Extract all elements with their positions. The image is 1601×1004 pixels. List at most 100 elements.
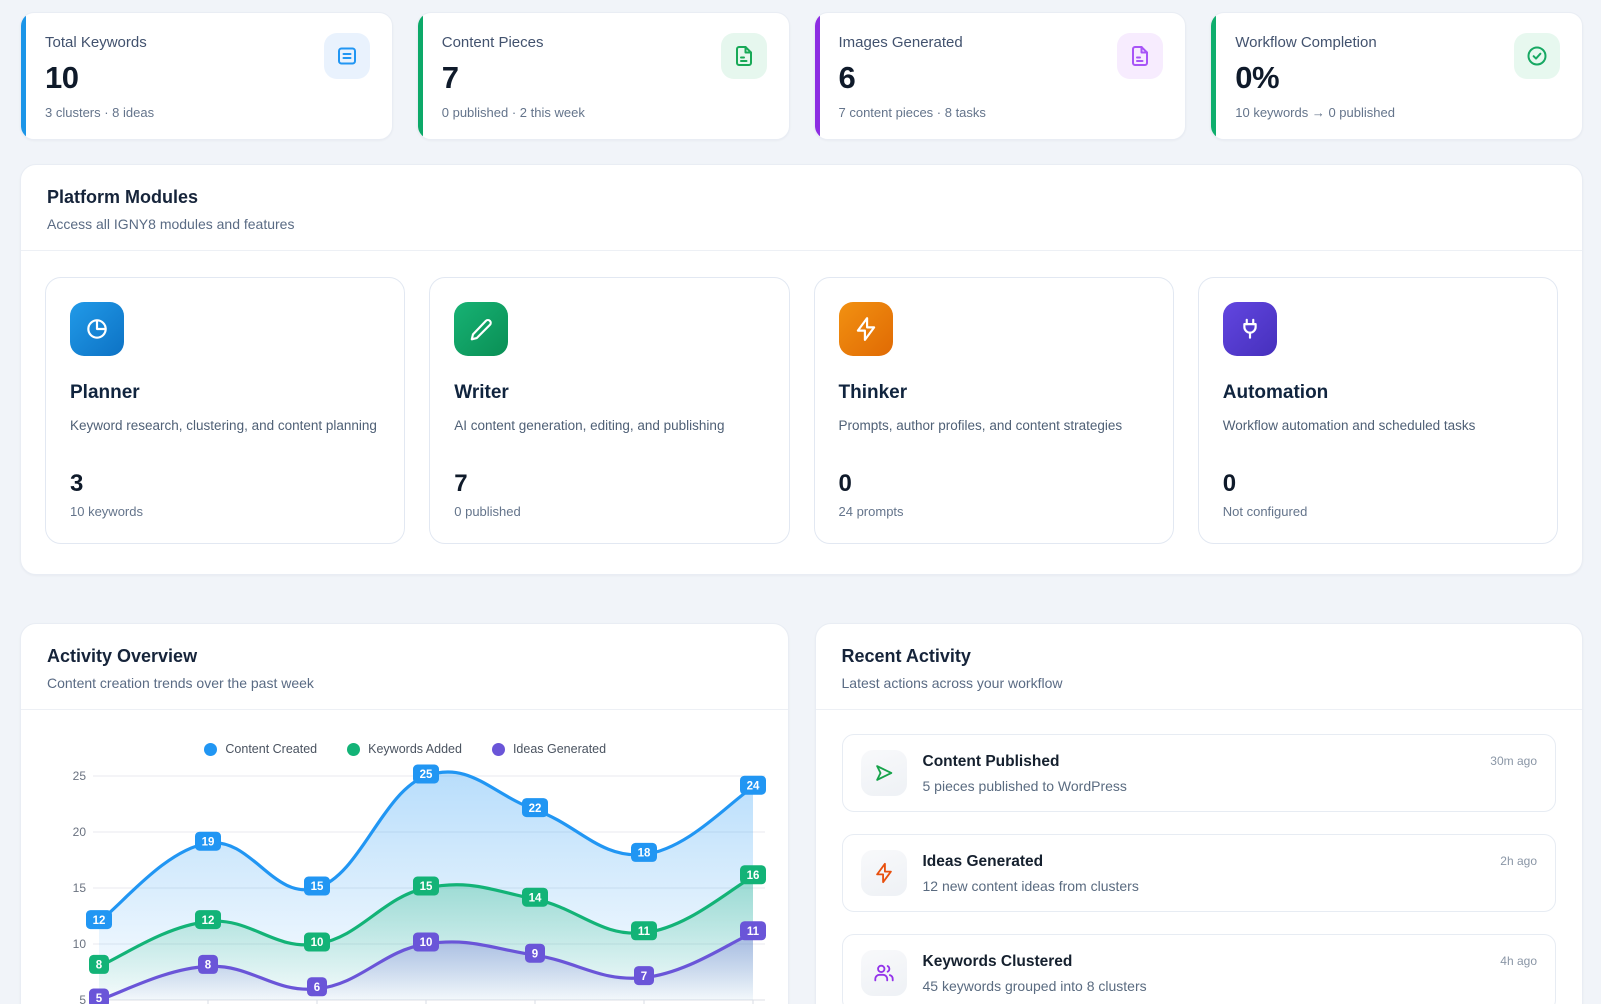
legend-item-content-created[interactable]: Content Created	[204, 742, 317, 756]
svg-text:12: 12	[202, 915, 215, 927]
modules-grid: Planner Keyword research, clustering, an…	[21, 251, 1582, 574]
plug-icon	[1223, 302, 1277, 356]
svg-text:11: 11	[747, 926, 760, 938]
activity-item-keywords-clustered: Keywords Clustered 45 keywords grouped i…	[842, 934, 1557, 1004]
svg-text:12: 12	[93, 915, 106, 927]
module-name: Thinker	[839, 382, 1149, 404]
activity-title: Ideas Generated	[923, 853, 1139, 871]
svg-text:9: 9	[532, 948, 538, 960]
module-description: Prompts, author profiles, and content st…	[839, 416, 1149, 458]
svg-text:15: 15	[73, 881, 87, 895]
module-description: Workflow automation and scheduled tasks	[1223, 416, 1533, 458]
legend-dot	[492, 743, 505, 756]
svg-text:19: 19	[202, 836, 215, 848]
accent-stripe	[418, 13, 423, 139]
stat-card-total-keywords: Total Keywords 10 3 clusters · 8 ideas	[20, 12, 393, 140]
module-value: 0	[1223, 470, 1533, 498]
stat-card-workflow-completion: Workflow Completion 0% 10 keywords → 0 p…	[1210, 12, 1583, 140]
users-icon	[861, 950, 907, 996]
activity-timestamp: 2h ago	[1500, 854, 1537, 868]
stat-title: Total Keywords	[45, 34, 370, 51]
dashboard-page: Total Keywords 10 3 clusters · 8 ideas C…	[0, 0, 1601, 1004]
pencil-icon	[454, 302, 508, 356]
section-subtitle: Latest actions across your workflow	[842, 675, 1557, 691]
accent-stripe	[21, 13, 26, 139]
activity-subtext: 5 pieces published to WordPress	[923, 778, 1127, 794]
svg-text:18: 18	[638, 848, 651, 860]
stat-subtext: 7 content pieces · 8 tasks	[839, 105, 1164, 120]
svg-text:7: 7	[641, 971, 647, 983]
platform-modules-header: Platform Modules Access all IGNY8 module…	[21, 165, 1582, 250]
svg-text:11: 11	[638, 926, 651, 938]
module-subtext: Not configured	[1223, 504, 1533, 519]
recent-activity-header: Recent Activity Latest actions across yo…	[816, 624, 1583, 709]
activity-item-ideas-generated: Ideas Generated 12 new content ideas fro…	[842, 834, 1557, 912]
svg-text:5: 5	[96, 993, 103, 1004]
legend-label: Ideas Generated	[513, 742, 606, 756]
svg-text:14: 14	[529, 892, 542, 904]
module-card-writer[interactable]: Writer AI content generation, editing, a…	[429, 277, 789, 544]
legend-label: Keywords Added	[368, 742, 462, 756]
module-value: 7	[454, 470, 764, 498]
module-description: Keyword research, clustering, and conten…	[70, 416, 380, 458]
module-subtext: 24 prompts	[839, 504, 1149, 519]
module-card-planner[interactable]: Planner Keyword research, clustering, an…	[45, 277, 405, 544]
stat-value: 7	[442, 60, 767, 96]
legend-item-keywords-added[interactable]: Keywords Added	[347, 742, 462, 756]
svg-text:15: 15	[420, 881, 433, 893]
activity-title: Content Published	[923, 753, 1127, 771]
pie-chart-icon	[70, 302, 124, 356]
svg-text:8: 8	[205, 960, 212, 972]
module-card-thinker[interactable]: Thinker Prompts, author profiles, and co…	[814, 277, 1174, 544]
send-icon	[861, 750, 907, 796]
activity-list: Content Published 5 pieces published to …	[816, 710, 1583, 1004]
accent-stripe	[815, 13, 820, 139]
zap-icon	[861, 850, 907, 896]
accent-stripe	[1211, 13, 1216, 139]
activity-item-text: Content Published 5 pieces published to …	[923, 750, 1127, 794]
activity-line-chart: 510152025MonTueWedThuFriSatSun1219152522…	[41, 762, 767, 1004]
svg-text:24: 24	[747, 780, 760, 792]
stat-value: 10	[45, 60, 370, 96]
module-name: Writer	[454, 382, 764, 404]
check-circle-icon	[1514, 33, 1560, 79]
module-description: AI content generation, editing, and publ…	[454, 416, 764, 458]
svg-text:22: 22	[529, 803, 542, 815]
file-text-icon	[1117, 33, 1163, 79]
section-title: Platform Modules	[47, 187, 1556, 208]
svg-text:10: 10	[311, 937, 324, 949]
svg-text:10: 10	[73, 937, 87, 951]
activity-item-content-published: Content Published 5 pieces published to …	[842, 734, 1557, 812]
svg-text:25: 25	[73, 769, 87, 783]
section-title: Activity Overview	[47, 646, 762, 667]
svg-text:20: 20	[73, 825, 87, 839]
activity-item-text: Ideas Generated 12 new content ideas fro…	[923, 850, 1139, 894]
svg-text:25: 25	[420, 769, 433, 781]
activity-title: Keywords Clustered	[923, 953, 1147, 971]
section-subtitle: Content creation trends over the past we…	[47, 675, 762, 691]
file-text-icon	[721, 33, 767, 79]
stat-subtext: 0 published · 2 this week	[442, 105, 767, 120]
bottom-row: Activity Overview Content creation trend…	[20, 599, 1583, 1004]
activity-subtext: 12 new content ideas from clusters	[923, 878, 1139, 894]
svg-text:5: 5	[79, 993, 86, 1004]
legend-label: Content Created	[225, 742, 317, 756]
svg-text:6: 6	[314, 982, 320, 994]
stat-subtext: 3 clusters · 8 ideas	[45, 105, 370, 120]
activity-item-text: Keywords Clustered 45 keywords grouped i…	[923, 950, 1147, 994]
module-card-automation[interactable]: Automation Workflow automation and sched…	[1198, 277, 1558, 544]
stat-value: 6	[839, 60, 1164, 96]
list-icon	[324, 33, 370, 79]
stat-card-images-generated: Images Generated 6 7 content pieces · 8 …	[814, 12, 1187, 140]
recent-activity-panel: Recent Activity Latest actions across yo…	[815, 623, 1584, 1004]
svg-text:15: 15	[311, 881, 324, 893]
platform-modules-panel: Platform Modules Access all IGNY8 module…	[20, 164, 1583, 575]
legend-item-ideas-generated[interactable]: Ideas Generated	[492, 742, 606, 756]
stats-row: Total Keywords 10 3 clusters · 8 ideas C…	[20, 12, 1583, 140]
legend-dot	[204, 743, 217, 756]
svg-text:8: 8	[96, 960, 103, 972]
module-value: 3	[70, 470, 380, 498]
module-value: 0	[839, 470, 1149, 498]
svg-text:16: 16	[747, 870, 760, 882]
zap-icon	[839, 302, 893, 356]
